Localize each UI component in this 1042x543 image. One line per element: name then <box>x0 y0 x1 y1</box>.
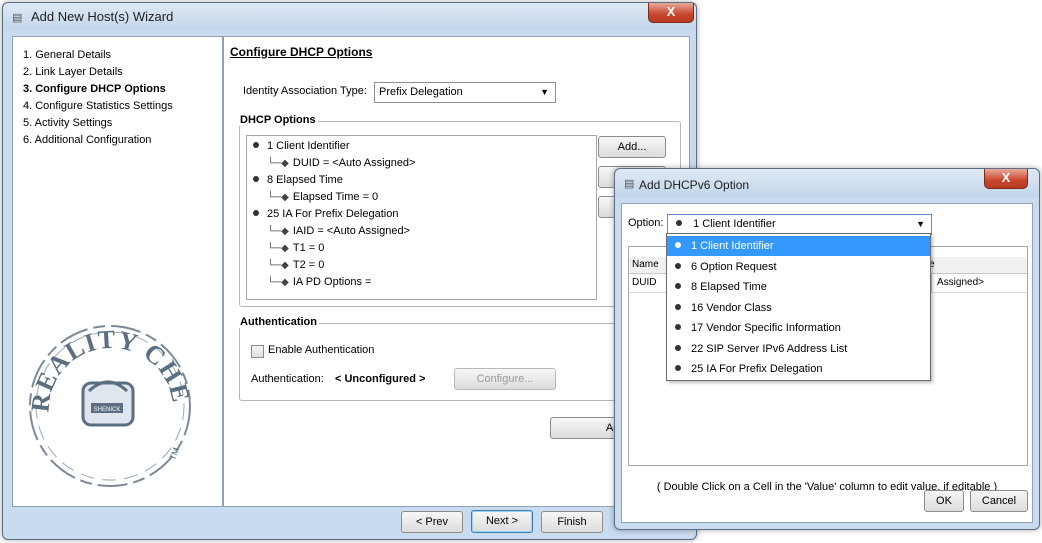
logo-badge: SHENICK <box>94 407 121 413</box>
table-cell-name: DUID <box>632 277 657 288</box>
option-bullet-icon <box>675 262 681 269</box>
tree-connector-icon: └─◆ <box>267 192 289 203</box>
dialog-title: Add DHCPv6 Option <box>639 178 750 192</box>
tree-leaf[interactable]: └─◆ Elapsed Time = 0 <box>267 189 378 206</box>
wizard-nav-pane: 1. General Details 2. Link Layer Details 3… <box>12 36 223 507</box>
ia-type-select[interactable]: Prefix Delegation ▼ <box>374 82 556 103</box>
dropdown-option-label: 16 Vendor Class <box>691 301 772 314</box>
option-label: Option: <box>628 217 664 229</box>
node-bullet-icon <box>253 142 259 149</box>
chevron-down-icon: ▼ <box>540 87 549 97</box>
dropdown-option-label: 22 SIP Server IPv6 Address List <box>691 342 848 355</box>
dropdown-option-label: 6 Option Request <box>691 260 777 273</box>
wizard-titlebar[interactable]: ▤ Add New Host(s) Wizard X <box>3 3 696 31</box>
dialog-titlebar[interactable]: ▤ Add DHCPv6 Option X <box>615 169 1039 197</box>
wizard-step-item[interactable]: 6. Additional Configuration <box>23 134 151 146</box>
tree-connector-icon: └─◆ <box>267 158 289 169</box>
wizard-window: ▤ Add New Host(s) Wizard X 1. General De… <box>2 2 697 540</box>
wizard-step-item[interactable]: 5. Activity Settings <box>23 117 112 129</box>
dropdown-option-label: 1 Client Identifier <box>691 240 774 252</box>
logo-trademark: TM <box>167 446 181 462</box>
tree-connector-icon: └─◆ <box>267 243 289 254</box>
node-bullet-icon <box>253 210 259 217</box>
tree-leaf[interactable]: └─◆ IAID = <Auto Assigned> <box>267 223 410 240</box>
tree-node-label: 1 Client Identifier <box>267 140 350 152</box>
enable-auth-checkbox[interactable] <box>251 345 264 358</box>
tree-node-label: 8 Elapsed Time <box>267 174 343 186</box>
tree-node-label: T1 = 0 <box>292 242 325 254</box>
wizard-close-button[interactable]: X <box>648 3 694 23</box>
chevron-down-icon: ▼ <box>916 219 925 229</box>
dhcp-options-tree[interactable]: 1 Client Identifier └─◆ DUID = <Auto Assig… <box>246 135 597 300</box>
tree-node[interactable]: 25 IA For Prefix Delegation <box>253 206 398 223</box>
wizard-step-item[interactable]: 4. Configure Statistics Settings <box>23 100 173 112</box>
next-button[interactable]: Next > <box>471 510 533 533</box>
section-title: Configure DHCP Options <box>230 45 373 59</box>
option-bullet-icon <box>675 344 681 351</box>
option-bullet-icon <box>675 303 681 310</box>
wizard-step-item[interactable]: 2. Link Layer Details <box>23 66 123 78</box>
add-option-button[interactable]: Add... <box>598 136 666 158</box>
auth-status-value: < Unconfigured > <box>335 373 426 385</box>
wizard-step-item[interactable]: 3. Configure DHCP Options <box>23 83 166 95</box>
add-dhcpv6-option-dialog: ▤ Add DHCPv6 Option X Option: 1 Client I… <box>614 168 1040 530</box>
column-header-name[interactable]: Name <box>632 259 659 270</box>
tree-node-label: Elapsed Time = 0 <box>292 191 379 203</box>
tree-connector-icon: └─◆ <box>267 226 289 237</box>
dropdown-option[interactable]: 1 Client Identifier <box>667 236 930 256</box>
prev-button[interactable]: < Prev <box>401 511 463 533</box>
ok-button[interactable]: OK <box>924 490 964 512</box>
dhcp-options-group-label: DHCP Options <box>238 114 318 126</box>
tree-node-label: IA PD Options = <box>292 276 372 288</box>
enable-auth-label[interactable]: Enable Authentication <box>268 344 374 356</box>
option-select[interactable]: 1 Client Identifier ▼ <box>667 214 932 235</box>
window-icon: ▤ <box>624 178 635 190</box>
auth-status-label: Authentication: <box>251 373 324 385</box>
dropdown-option[interactable]: 16 Vendor Class <box>667 298 930 318</box>
dropdown-option-label: 25 IA For Prefix Delegation <box>691 363 823 375</box>
tree-connector-icon: └─◆ <box>267 260 289 271</box>
option-dropdown-list[interactable]: 1 Client Identifier 6 Option Request 8 Ela… <box>666 233 931 381</box>
option-bullet-icon <box>675 365 681 372</box>
dropdown-option[interactable]: 22 SIP Server IPv6 Address List <box>667 339 930 359</box>
tree-node-label: T2 = 0 <box>292 259 325 271</box>
tree-leaf[interactable]: └─◆ T1 = 0 <box>267 240 324 257</box>
table-cell-value[interactable]: Assigned> <box>937 277 984 288</box>
ia-type-value: Prefix Delegation <box>379 86 463 98</box>
tree-node[interactable]: 8 Elapsed Time <box>253 172 343 189</box>
tree-connector-icon: └─◆ <box>267 277 289 288</box>
reality-checked-logo: REALITY CHECKED SHENICK TM <box>25 311 195 487</box>
dropdown-option-label: 17 Vendor Specific Information <box>691 322 841 334</box>
tree-leaf[interactable]: └─◆ T2 = 0 <box>267 257 324 274</box>
option-select-value: 1 Client Identifier <box>693 218 776 230</box>
option-bullet-icon <box>675 324 681 331</box>
configure-button[interactable]: Configure... <box>454 368 556 390</box>
column-divider <box>931 274 932 292</box>
tree-node-label: 25 IA For Prefix Delegation <box>267 208 399 220</box>
node-bullet-icon <box>253 176 259 183</box>
dialog-close-button[interactable]: X <box>984 169 1028 189</box>
dropdown-option[interactable]: 8 Elapsed Time <box>667 277 930 297</box>
tree-leaf[interactable]: └─◆ DUID = <Auto Assigned> <box>267 155 415 172</box>
dropdown-option[interactable]: 17 Vendor Specific Information <box>667 318 930 338</box>
dropdown-option[interactable]: 25 IA For Prefix Delegation <box>667 359 930 379</box>
tree-leaf[interactable]: └─◆ IA PD Options = <box>267 274 371 291</box>
tree-node[interactable]: 1 Client Identifier <box>253 138 350 155</box>
wizard-step-item[interactable]: 1. General Details <box>23 49 111 61</box>
window-icon: ▤ <box>12 12 23 24</box>
wizard-title: Add New Host(s) Wizard <box>31 9 174 24</box>
cancel-button[interactable]: Cancel <box>970 490 1028 512</box>
dropdown-option[interactable]: 6 Option Request <box>667 257 930 277</box>
option-bullet-icon <box>675 242 681 249</box>
dropdown-option-label: 8 Elapsed Time <box>691 281 767 293</box>
ia-type-label: Identity Association Type: <box>243 85 367 97</box>
option-bullet-icon <box>675 283 681 290</box>
authentication-group-label: Authentication <box>238 316 319 328</box>
option-bullet-icon <box>676 220 682 227</box>
tree-node-label: IAID = <Auto Assigned> <box>292 225 410 237</box>
finish-button[interactable]: Finish <box>541 511 603 533</box>
tree-node-label: DUID = <Auto Assigned> <box>292 157 416 169</box>
